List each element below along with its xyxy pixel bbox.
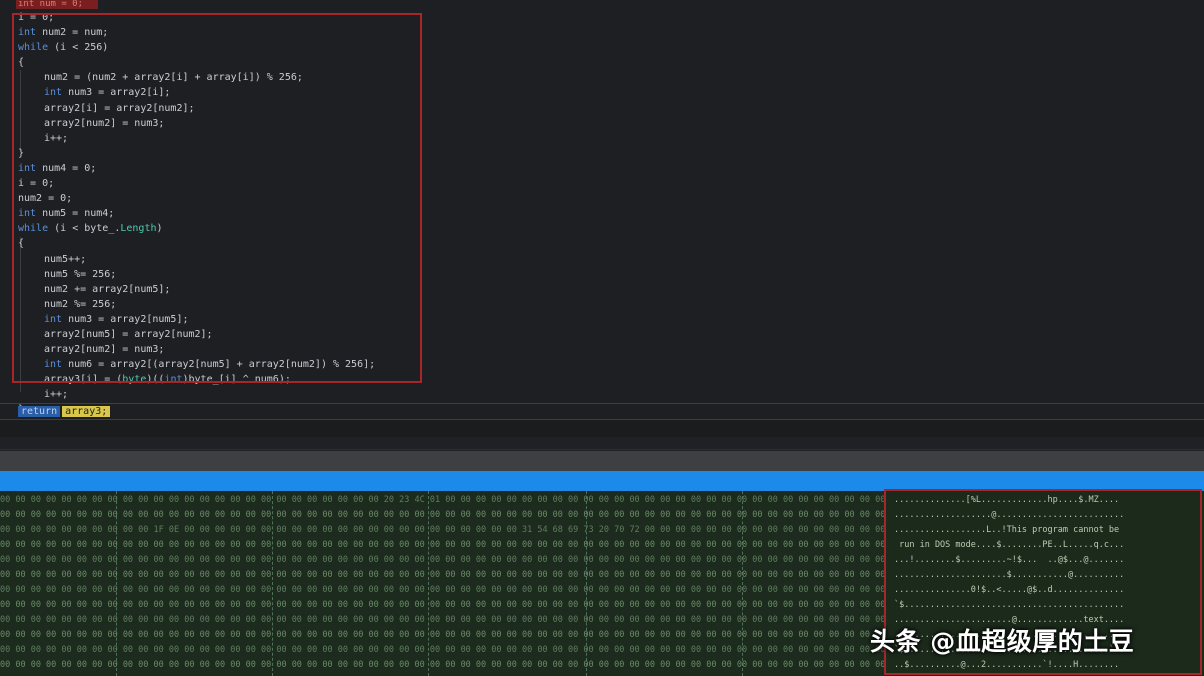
code-line: int num5 = num4; (18, 206, 375, 221)
code-token: num4 = 0; (36, 162, 97, 174)
hex-row: 00 00 00 00 00 00 00 00 00 00 00 00 00 0… (0, 495, 1024, 505)
code-token: )byte_[i] ^ num6); (182, 374, 291, 386)
code-line: { (18, 55, 375, 70)
ascii-row: ...................@....................… (894, 510, 1125, 520)
code-line: num2 = 0; (18, 191, 375, 206)
code-token: num6 = array2[(array2[num5] + array2[num… (62, 359, 376, 371)
code-token: i++; (44, 132, 69, 144)
hex-row: 00 00 00 00 00 00 00 00 00 00 00 00 00 0… (0, 540, 1024, 550)
watermark-text: 头条 @血超级厚的土豆 (870, 627, 1135, 656)
code-token: num2 = (num2 + array2[i] + array[i]) % 2… (44, 72, 303, 84)
code-token: )(( (146, 374, 165, 386)
ascii-row: ..................L..!This program canno… (894, 525, 1120, 535)
code-token: { (18, 57, 25, 69)
panel-splitter[interactable] (0, 451, 1204, 471)
highlighted-code-line: int num = 0; (16, 0, 98, 9)
code-token: num2 = 0; (18, 193, 73, 205)
code-line: num5++; (18, 252, 375, 267)
code-line: while (i < 256) (18, 40, 375, 55)
code-token-kw: while (18, 42, 49, 54)
code-token: ) (156, 223, 163, 235)
ascii-row: run in DOS mode....$........PE..L.....q.… (894, 540, 1125, 550)
ascii-row: ...!........$.........~!$... ..@$...@...… (894, 555, 1125, 565)
code-token: } (18, 147, 25, 159)
code-line: int num4 = 0; (18, 161, 375, 176)
status-strip (0, 437, 1204, 451)
code-token: num3 = array2[i]; (62, 87, 171, 99)
code-token-kw: int (18, 27, 37, 39)
code-line: i++; (18, 387, 375, 402)
code-line: num2 += array2[num5]; (18, 282, 375, 297)
code-token: num3 = array2[num5]; (62, 313, 189, 325)
code-line: i++; (18, 131, 375, 146)
code-token: (i < byte_. (48, 223, 121, 235)
code-line: num5 %= 256; (18, 267, 375, 282)
code-line: num2 %= 256; (18, 297, 375, 312)
code-token-kw: int (44, 313, 63, 325)
code-line: } (18, 146, 375, 161)
code-token: num2 = num; (36, 27, 109, 39)
code-lines[interactable]: i = 0; int num2 = num; while (i < 256){num… (18, 10, 375, 418)
code-token: (i < 256) (48, 42, 109, 54)
code-token-type: Length (120, 223, 157, 235)
return-value: array3; (62, 406, 111, 417)
code-line: i = 0; (18, 176, 375, 191)
code-line: while (i < byte_.Length) (18, 221, 375, 236)
code-token-kw: int (18, 208, 37, 220)
code-token-kw: while (18, 223, 49, 235)
code-line: int num6 = array2[(array2[num5] + array2… (18, 357, 375, 372)
code-token-kw: int (44, 359, 63, 371)
code-token: num5 = num4; (36, 208, 115, 220)
code-token: num5 %= 256; (44, 268, 117, 280)
code-line: num2 = (num2 + array2[i] + array[i]) % 2… (18, 70, 375, 85)
code-token: i = 0; (18, 178, 55, 190)
return-keyword: return (18, 406, 61, 417)
hex-view-header-bar (0, 471, 1204, 491)
code-line: i = 0; (18, 10, 375, 25)
code-token: array2[num5] = array2[num2]; (44, 328, 213, 340)
hex-row: 00 00 00 00 00 00 00 00 00 00 00 00 00 0… (0, 555, 1024, 565)
divider (0, 403, 1204, 404)
ascii-row: `$......................................… (894, 600, 1125, 610)
code-editor[interactable]: int num = 0; i = 0; int num2 = num; while … (0, 0, 1204, 420)
code-token: i = 0; (18, 12, 55, 23)
code-line: array3[i] = (byte)((int)byte_[i] ^ num6)… (18, 372, 375, 387)
code-token: array3[i] = ( (44, 374, 123, 386)
code-token: num2 += array2[num5]; (44, 283, 171, 295)
ascii-row: ...............0!$..<.....@$..d.........… (894, 585, 1125, 595)
code-token-kw: int (44, 87, 63, 99)
screenshot-root: int num = 0; i = 0; int num2 = num; while … (0, 0, 1204, 676)
code-token: array2[i] = array2[num2]; (44, 102, 195, 114)
code-token: array2[num2] = num3; (44, 117, 165, 129)
code-line: array2[i] = array2[num2]; (18, 101, 375, 116)
return-statement[interactable]: return array3; (18, 405, 111, 419)
hex-row: 00 00 00 00 00 00 00 00 00 00 00 00 00 0… (0, 585, 1024, 595)
divider (0, 449, 1204, 450)
code-line: array2[num2] = num3; (18, 342, 375, 357)
ascii-row: ..$..........@...2...........`!....H....… (894, 660, 1120, 670)
code-line: array2[num5] = array2[num2]; (18, 327, 375, 342)
code-token-kw: int (18, 162, 37, 174)
hex-row: 00 00 00 00 00 00 00 00 00 00 00 00 00 0… (0, 660, 1024, 670)
code-line: int num2 = num; (18, 25, 375, 40)
code-line: int num3 = array2[i]; (18, 85, 375, 100)
code-line: int num3 = array2[num5]; (18, 312, 375, 327)
code-token: i++; (44, 389, 69, 401)
hex-row: 00 00 00 00 00 00 00 00 00 00 00 00 00 0… (0, 510, 1024, 520)
hex-row: 00 00 00 00 00 00 00 00 00 00 00 00 00 0… (0, 570, 1024, 580)
code-token: array2[num2] = num3; (44, 344, 165, 356)
code-token: num2 %= 256; (44, 298, 117, 310)
code-token-kw: int (164, 374, 183, 386)
code-line: array2[num2] = num3; (18, 116, 375, 131)
ascii-row: ......................$...........@.....… (894, 570, 1125, 580)
code-line: { (18, 236, 375, 251)
hex-row: 00 00 00 00 00 00 00 00 00 00 1F 0E 00 0… (0, 525, 1024, 535)
code-token-type: byte (122, 374, 147, 386)
divider (0, 419, 1204, 420)
ascii-row: ..............[%L.............hp....$.MZ… (894, 495, 1120, 505)
code-token: { (18, 238, 25, 250)
code-token: num5++; (44, 253, 87, 265)
hex-row: 00 00 00 00 00 00 00 00 00 00 00 00 00 0… (0, 600, 1024, 610)
